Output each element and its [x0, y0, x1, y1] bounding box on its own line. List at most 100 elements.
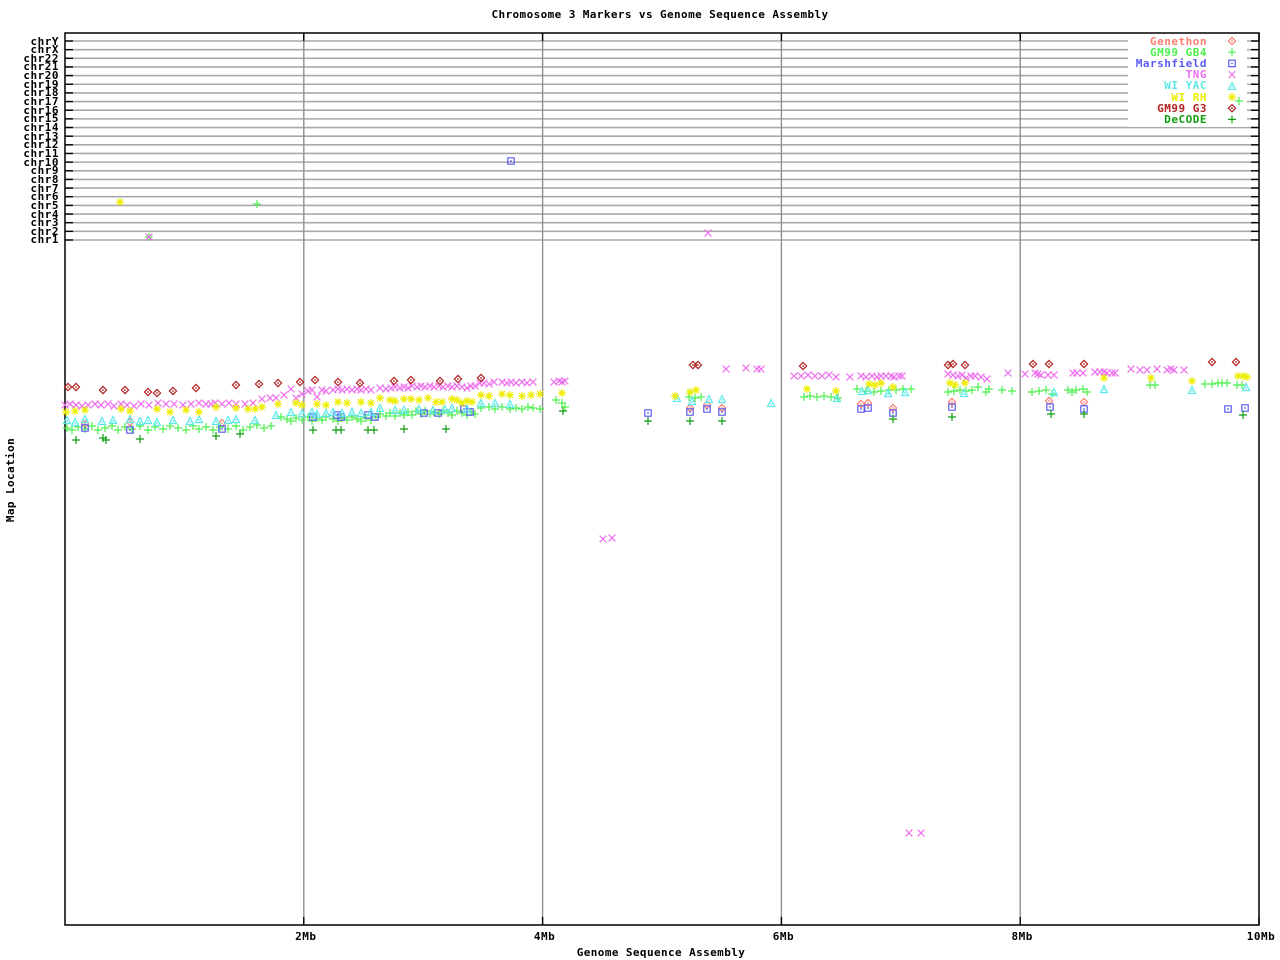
genethon-point-dot [867, 402, 869, 404]
wi-yac-point [286, 407, 296, 417]
tng-point [97, 401, 105, 409]
decode-point [948, 413, 956, 421]
tng-point [529, 378, 537, 386]
marshfield-point-dot [867, 407, 869, 409]
wi-rh-point [527, 391, 535, 399]
x-tick-label-8Mb: 8Mb [1011, 930, 1033, 943]
gm99-gb4-point [907, 385, 915, 393]
tng-point [1143, 366, 1151, 374]
x-tick-label-10Mb: 10Mb [1246, 930, 1276, 943]
wi-yac-point-dot [444, 409, 446, 411]
gm99-gb4-point [202, 423, 210, 431]
tng-point [797, 372, 805, 380]
wi-rh-point [391, 397, 399, 405]
gm99-g3-point-dot [947, 364, 949, 366]
wi-yac-point-dot [156, 422, 158, 424]
gm99-gb4-point [800, 393, 808, 401]
wi-rh-point [865, 380, 873, 388]
wi-rh-point [343, 399, 351, 407]
tng-point [154, 399, 162, 407]
wi-yac-point-dot [198, 419, 200, 421]
wi-yac-point-dot [394, 410, 396, 412]
wi-rh-point [961, 379, 969, 387]
wi-rh-point [166, 408, 174, 416]
wi-yac-point-dot [867, 390, 869, 392]
tng-point [983, 375, 991, 383]
wi-yac-point-dot [836, 398, 838, 400]
wi-yac-point-dot [139, 421, 141, 423]
wi-rh-point [415, 396, 423, 404]
wi-yac-point [356, 408, 366, 418]
wi-rh-point [400, 395, 408, 403]
tng-point [91, 400, 99, 408]
gm99-gb4-point [529, 404, 537, 412]
gm99-gb4-point [1151, 381, 1159, 389]
gm99-g3-point-dot [156, 392, 158, 394]
marshfield-point-dot [721, 411, 723, 413]
wi-yac-point-dot [1103, 389, 1105, 391]
wi-rh-point [1100, 374, 1108, 382]
gm99-g3-point-dot [1211, 361, 1213, 363]
wi-rh-point [951, 381, 959, 389]
wi-rh-point [407, 395, 415, 403]
wi-yac-point [704, 394, 714, 404]
wi-rh-point [298, 401, 306, 409]
wi-rh-point [871, 381, 879, 389]
wi-yac-point [143, 415, 153, 425]
gm99-g3-point-dot [75, 386, 77, 388]
gm99-g3-point-dot [102, 389, 104, 391]
wi-rh-point [424, 394, 432, 402]
gm99-g3-point-dot [147, 391, 149, 393]
tng-point [1044, 371, 1052, 379]
wi-yac-point-dot [332, 412, 334, 414]
x-tick-label-6Mb: 6Mb [772, 930, 795, 943]
legend-marker-marshfield-dot [1231, 62, 1233, 65]
gm99-g3-point-dot [314, 379, 316, 381]
x-axis-title: Genome Sequence Assembly [576, 946, 746, 959]
wi-yac-point-dot [466, 409, 468, 411]
gm99-gb4-point [232, 422, 240, 430]
wi-rh-point [334, 398, 342, 406]
wi-rh-point [292, 399, 300, 407]
marshfield-point-dot [951, 406, 953, 408]
gm99-gb4-point [101, 424, 109, 432]
wi-yac-point-dot [189, 421, 191, 423]
tng-point [110, 402, 118, 410]
wi-yac-point-dot [215, 421, 217, 423]
gm99-g3-point-dot [480, 377, 482, 379]
wi-yac-point-dot [432, 410, 434, 412]
gm99-g3-point-dot [195, 387, 197, 389]
tng-point [608, 534, 616, 542]
decode-point [370, 426, 378, 434]
wi-rh-point [803, 385, 811, 393]
gm99-gb4-point [283, 415, 291, 423]
wi-yac-point-dot [379, 408, 381, 410]
gm99-gb4-point [260, 424, 268, 432]
marshfield-point-dot [892, 412, 894, 414]
gm99-gb4-point [1223, 379, 1231, 387]
legend-label-genethon: Genethon [1150, 34, 1207, 48]
wi-rh-point [518, 392, 526, 400]
gm99-gb4-point [88, 422, 96, 430]
wi-rh-point [485, 392, 493, 400]
gm99-g3-point-dot [1032, 363, 1034, 365]
y-axis-title: Map Location [4, 437, 17, 523]
scatter-plot [61, 32, 1260, 926]
y-axis-label-chr1: chr1 [30, 233, 59, 247]
tng-point [1180, 366, 1188, 374]
tng-point [170, 400, 178, 408]
wi-rh-point [62, 408, 70, 416]
gm99-g3-point-dot [410, 379, 412, 381]
wi-rh-point [558, 389, 566, 397]
marshfield-point-dot [1083, 408, 1085, 410]
gm99-gb4-point [246, 423, 254, 431]
wi-rh-point [126, 407, 134, 415]
gm99-gb4-point [182, 426, 190, 434]
wi-yac-point [766, 398, 776, 408]
gm99-gb4-point [1008, 387, 1016, 395]
wi-yac-point-dot [172, 420, 174, 422]
gm99-gb4-point [944, 388, 952, 396]
wi-rh-point [313, 400, 321, 408]
marshfield-point-dot [647, 412, 649, 414]
gm99-g3-point-dot [952, 363, 954, 365]
